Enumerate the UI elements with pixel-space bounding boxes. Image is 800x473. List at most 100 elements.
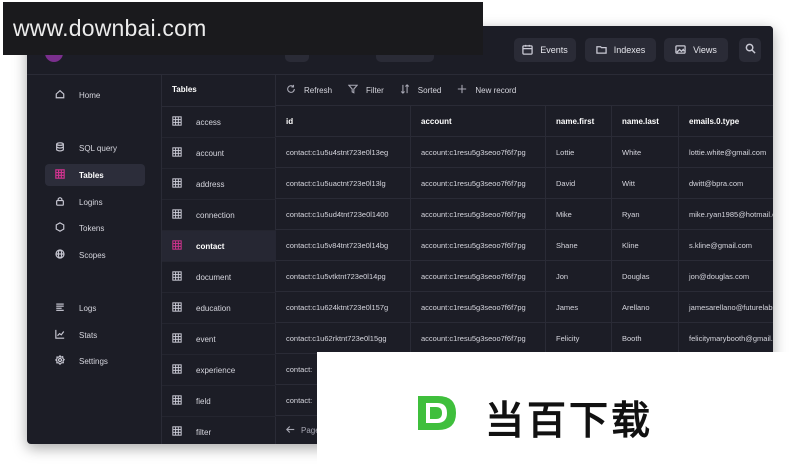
watermark-brand-text: 当百下载: [485, 399, 654, 444]
filter-label: Filter: [366, 85, 384, 95]
sidebar-item-home[interactable]: Home: [45, 84, 145, 106]
table-cell[interactable]: contact:c1u5v84tnt723e0l14bg: [276, 230, 411, 261]
table-cell[interactable]: contact:c1u5uactnt723e0l13lg: [276, 168, 411, 199]
table-row[interactable]: contact:c1u5ud4tnt723e0l1400 account:c1re…: [276, 199, 773, 230]
table-list-item[interactable]: access: [162, 107, 276, 138]
sidebar-item-stats[interactable]: Stats: [45, 324, 145, 346]
sorted-button[interactable]: Sorted: [400, 84, 442, 96]
filter-icon: [347, 84, 359, 96]
table-icon: [55, 169, 65, 181]
table-cell[interactable]: account:c1resu5g3seoo7f6f7pg: [411, 230, 546, 261]
column-header[interactable]: id: [276, 106, 411, 137]
sidebar-item-sql-query[interactable]: SQL query: [45, 137, 145, 159]
column-header[interactable]: emails.0.type: [679, 106, 773, 137]
refresh-button[interactable]: Refresh: [286, 84, 332, 96]
table-cell[interactable]: Arellano: [612, 292, 679, 323]
table-cell[interactable]: Kline: [612, 230, 679, 261]
table-cell[interactable]: James: [546, 292, 612, 323]
sort-icon: [400, 84, 410, 96]
table-list-item[interactable]: education: [162, 293, 276, 324]
table-cell[interactable]: White: [612, 137, 679, 168]
events-button[interactable]: Events: [514, 38, 576, 62]
table-list-item[interactable]: connection: [162, 200, 276, 231]
sidebar-item-tokens[interactable]: Tokens: [45, 217, 145, 239]
table-row[interactable]: contact:c1u5v84tnt723e0l14bg account:c1re…: [276, 230, 773, 261]
new-record-button[interactable]: New record: [457, 84, 516, 96]
table-cell[interactable]: Shane: [546, 230, 612, 261]
watermark-url: www.downbai.com: [13, 15, 207, 41]
table-cell[interactable]: Mike: [546, 199, 612, 230]
globe-icon: [55, 249, 65, 261]
indexes-label: Indexes: [613, 45, 646, 55]
table-cell[interactable]: David: [546, 168, 612, 199]
watermark-brand-banner: 当百下载: [317, 352, 800, 473]
sidebar-item-logins[interactable]: Logins: [45, 191, 145, 213]
table-list-item-label: address: [196, 179, 225, 189]
table-cell[interactable]: s.kline@gmail.com: [679, 230, 773, 261]
table-cell[interactable]: contact:c1u624ktnt723e0l157g: [276, 292, 411, 323]
table-cell[interactable]: account:c1resu5g3seoo7f6f7pg: [411, 137, 546, 168]
table-list-item-label: account: [196, 148, 225, 158]
table-cell[interactable]: account:c1resu5g3seoo7f6f7pg: [411, 199, 546, 230]
table-cell[interactable]: dwitt@bpra.com: [679, 168, 773, 199]
table-row[interactable]: contact:c1u62rktnt723e0l15gg account:c1re…: [276, 323, 773, 354]
table-cell[interactable]: jamesarellano@futurelabs.com: [679, 292, 773, 323]
table-icon: [172, 426, 182, 438]
table-list-item[interactable]: contact: [162, 231, 276, 262]
table-cell[interactable]: contact:c1u5ud4tnt723e0l1400: [276, 199, 411, 230]
table-list-item[interactable]: experience: [162, 355, 276, 386]
table-cell[interactable]: contact:c1u62rktnt723e0l15gg: [276, 323, 411, 354]
pagination[interactable]: Page: [285, 425, 320, 436]
table-list-item[interactable]: filter: [162, 417, 276, 444]
table-icon: [172, 333, 182, 345]
table-cell[interactable]: Jon: [546, 261, 612, 292]
table-cell[interactable]: Witt: [612, 168, 679, 199]
sidebar-item-logs[interactable]: Logs: [45, 297, 145, 319]
table-list-item[interactable]: address: [162, 169, 276, 200]
table-cell[interactable]: jon@douglas.com: [679, 261, 773, 292]
new-record-label: New record: [475, 85, 517, 95]
table-icon: [172, 395, 182, 407]
table-cell[interactable]: account:c1resu5g3seoo7f6f7pg: [411, 323, 546, 354]
table-cell[interactable]: account:c1resu5g3seoo7f6f7pg: [411, 292, 546, 323]
table-cell[interactable]: contact:c1u5u4stnt723e0l13eg: [276, 137, 411, 168]
table-list-item[interactable]: document: [162, 262, 276, 293]
table-row[interactable]: contact:c1u624ktnt723e0l157g account:c1re…: [276, 292, 773, 323]
views-button[interactable]: Views: [664, 38, 728, 62]
table-row[interactable]: contact:c1u5uactnt723e0l13lg account:c1re…: [276, 168, 773, 199]
table-cell[interactable]: account:c1resu5g3seoo7f6f7pg: [411, 261, 546, 292]
table-cell[interactable]: Felicity: [546, 323, 612, 354]
table-cell[interactable]: felicitymarybooth@gmail.com: [679, 323, 773, 354]
table-list-item[interactable]: event: [162, 324, 276, 355]
column-header[interactable]: account: [411, 106, 546, 137]
sidebar-item-settings[interactable]: Settings: [45, 350, 145, 372]
table-cell[interactable]: lottie.white@gmail.com: [679, 137, 773, 168]
table-cell[interactable]: contact:c1u5vtktnt723e0l14pg: [276, 261, 411, 292]
table-list-item-label: contact: [196, 241, 225, 251]
indexes-button[interactable]: Indexes: [585, 38, 656, 62]
table-cell[interactable]: mike.ryan1985@hotmail.com: [679, 199, 773, 230]
table-list-item-label: experience: [196, 365, 236, 375]
table-row[interactable]: contact:c1u5u4stnt723e0l13eg account:c1re…: [276, 137, 773, 168]
column-header[interactable]: name.first: [546, 106, 612, 137]
sidebar-item-tables[interactable]: Tables: [45, 164, 145, 186]
filter-button[interactable]: Filter: [347, 84, 384, 96]
sidebar-item-label: Logs: [79, 303, 97, 313]
plus-icon: [457, 84, 467, 96]
views-label: Views: [693, 45, 717, 55]
table-cell[interactable]: Lottie: [546, 137, 612, 168]
table-cell[interactable]: Douglas: [612, 261, 679, 292]
search-button[interactable]: [739, 38, 761, 62]
table-cell[interactable]: Booth: [612, 323, 679, 354]
sidebar-item-scopes[interactable]: Scopes: [45, 244, 145, 266]
table-cell[interactable]: Ryan: [612, 199, 679, 230]
table-row[interactable]: contact:c1u5vtktnt723e0l14pg account:c1re…: [276, 261, 773, 292]
table-list-item[interactable]: field: [162, 386, 276, 417]
sorted-label: Sorted: [417, 85, 442, 95]
table-list-item-label: education: [196, 303, 231, 313]
tables-panel: Tables access account address connection con…: [162, 75, 276, 444]
column-header[interactable]: name.last: [612, 106, 679, 137]
page: lds Events Indexes Views Home: [0, 0, 800, 473]
table-cell[interactable]: account:c1resu5g3seoo7f6f7pg: [411, 168, 546, 199]
table-list-item[interactable]: account: [162, 138, 276, 169]
